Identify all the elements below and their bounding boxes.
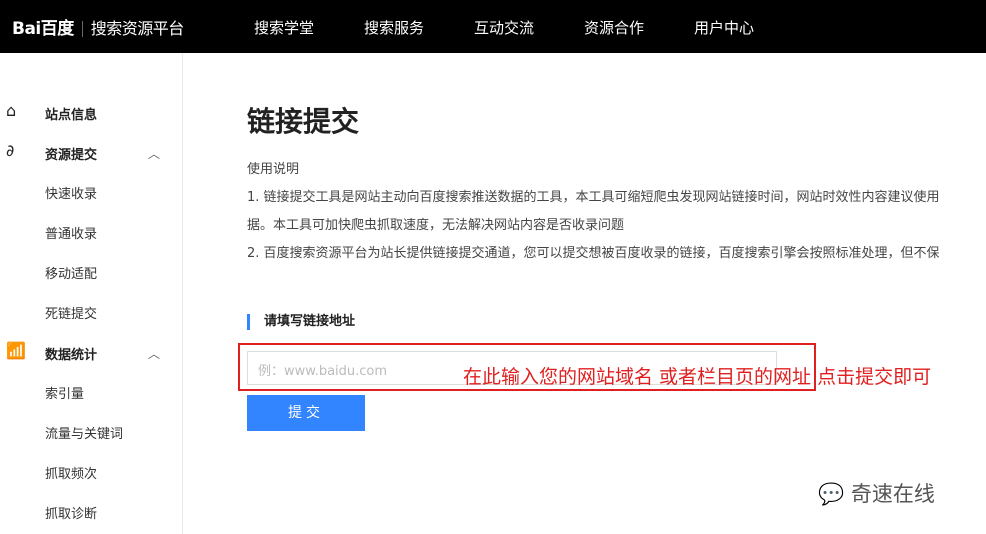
submit-button[interactable]: 提交 (247, 395, 365, 431)
logo-text: Bai百度 (12, 19, 74, 39)
nav-search-service[interactable]: 搜索服务 (364, 17, 424, 38)
sidebar-item-traffic[interactable]: 流量与关键词 (45, 423, 123, 442)
annotation-text: 在此输入您的网站域名 或者栏目页的网址 点击提交即可 (463, 366, 932, 388)
chart-icon: 📶 (6, 341, 26, 360)
watermark-text: 奇速在线 (850, 482, 935, 506)
platform-name: 搜索资源平台 (90, 19, 185, 38)
usage-line: 据。本工具可加快爬虫抓取速度，无法解决网站内容是否收录问题 (247, 218, 625, 233)
top-bar: Bai百度 搜索资源平台 搜索学堂 搜索服务 互动交流 资源合作 用户中心 (0, 0, 986, 53)
usage-line: 2. 百度搜索资源平台为站长提供链接提交通道，您可以提交想被百度收录的链接，百度… (247, 246, 940, 261)
sidebar-item-deadlink[interactable]: 死链提交 (45, 303, 97, 322)
nav-search-school[interactable]: 搜索学堂 (254, 17, 314, 38)
sidebar-item-normal[interactable]: 普通收录 (45, 223, 97, 242)
chevron-up-icon[interactable]: ︿ (148, 145, 160, 162)
sidebar-item-resource-submit[interactable]: 资源提交 (45, 144, 97, 163)
sidebar-item-index[interactable]: 索引量 (45, 383, 84, 402)
wechat-icon: 💬 (818, 482, 845, 506)
home-icon: ⌂ (6, 101, 17, 120)
link-icon: ∂ (6, 141, 15, 160)
sidebar-item-data-stats[interactable]: 数据统计 (45, 344, 97, 363)
divider (81, 21, 83, 37)
sidebar-item-crawl-diag[interactable]: 抓取诊断 (45, 503, 97, 522)
nav-user-center[interactable]: 用户中心 (694, 17, 754, 38)
chevron-up-icon[interactable]: ︿ (148, 345, 160, 362)
sidebar-item-crawl-freq[interactable]: 抓取频次 (45, 463, 97, 482)
nav-interaction[interactable]: 互动交流 (474, 17, 534, 38)
input-label: 请填写链接地址 (247, 314, 355, 330)
watermark: 💬 奇速在线 (818, 478, 935, 508)
page-title: 链接提交 (247, 105, 360, 138)
sidebar-item-fast[interactable]: 快速收录 (45, 183, 97, 202)
usage-line: 1. 链接提交工具是网站主动向百度搜索推送数据的工具，本工具可缩短爬虫发现网站链… (247, 190, 940, 205)
sidebar-item-mobile[interactable]: 移动适配 (45, 263, 97, 282)
nav-cooperation[interactable]: 资源合作 (584, 17, 644, 38)
sidebar: ⌂ 站点信息 ∂ 资源提交 ︿ 快速收录 普通收录 移动适配 死链提交 📶 数据… (0, 53, 183, 534)
baidu-logo[interactable]: Bai百度 搜索资源平台 (12, 14, 184, 39)
sidebar-item-site-info[interactable]: 站点信息 (45, 104, 97, 123)
usage-title: 使用说明 (247, 162, 300, 177)
